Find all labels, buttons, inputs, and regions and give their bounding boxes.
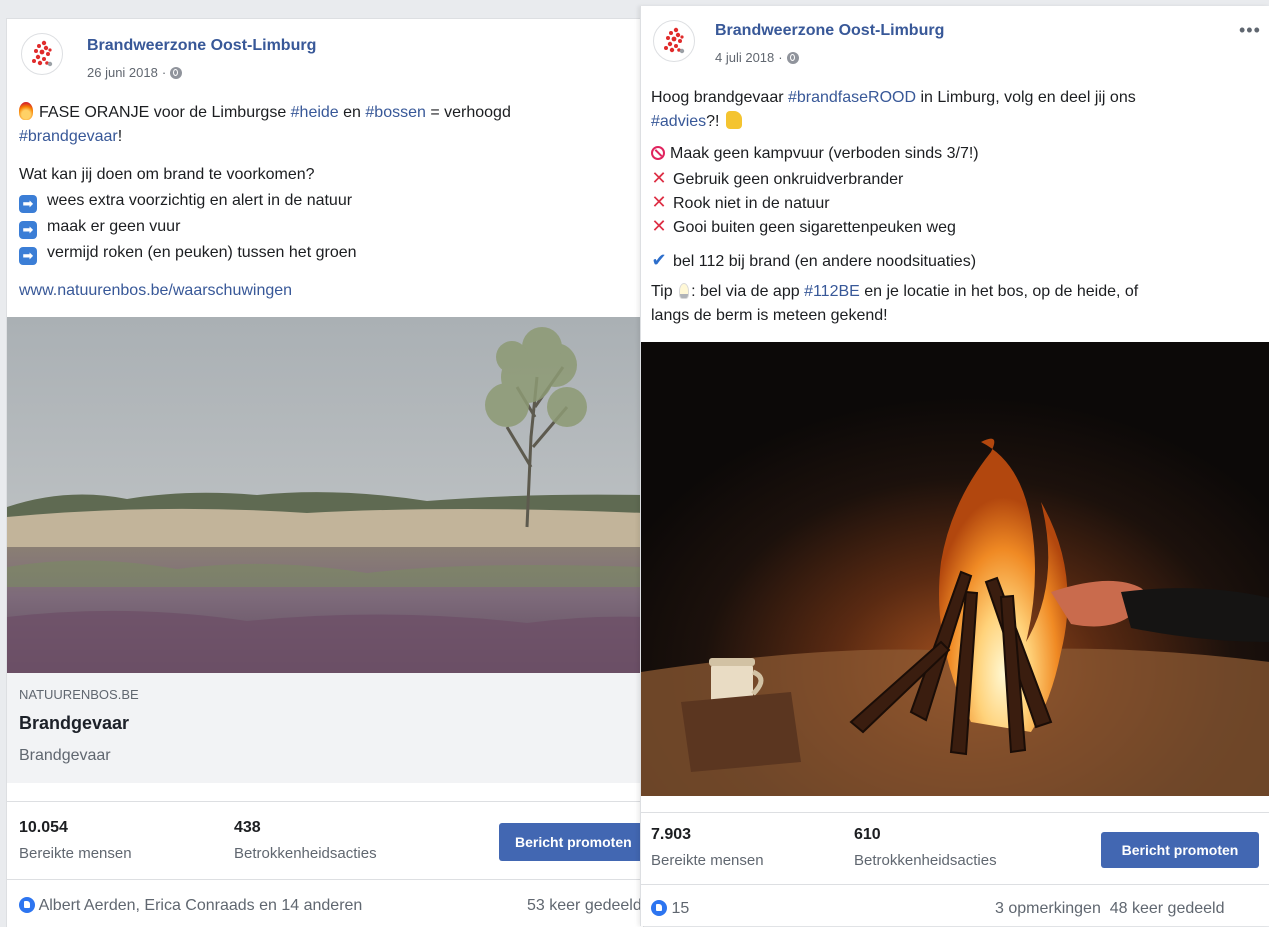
hashtag-112be[interactable]: #112BE xyxy=(804,283,860,300)
prohibited-icon xyxy=(651,146,665,160)
fire-icon xyxy=(19,102,33,120)
link-domain: NATUURENBOS.BE xyxy=(19,687,139,702)
post-card-left: Brandweerzone Oost-Limburg 26 juni 2018 … xyxy=(6,18,644,927)
post-text-line-2: #brandgevaar! xyxy=(19,128,123,145)
globe-icon xyxy=(786,51,799,64)
tip-line-1: Tip : bel via de app #112BE en je locati… xyxy=(651,283,1139,300)
engagement-value: 438 xyxy=(234,819,261,836)
cross-mark-icon: ✕ xyxy=(651,168,667,188)
more-options-icon[interactable]: ••• xyxy=(1239,20,1261,41)
light-bulb-icon xyxy=(679,283,690,299)
hashtag-advies[interactable]: #advies xyxy=(651,113,706,130)
post-card-right: Brandweerzone Oost-Limburg 4 juli 2018 ·… xyxy=(640,6,1269,926)
promote-post-button[interactable]: Bericht promoten xyxy=(1101,832,1259,868)
meta-separator: · xyxy=(778,50,783,65)
comments-shares-count[interactable]: 3 opmerkingen 48 keer gedeeld xyxy=(995,900,1225,918)
rule-item: ✕ Rook niet in de natuur xyxy=(651,192,830,212)
page-name[interactable]: Brandweerzone Oost-Limburg xyxy=(715,22,944,40)
engagement-value: 610 xyxy=(854,826,881,843)
like-reaction-icon xyxy=(651,900,667,916)
link-title[interactable]: Brandgevaar xyxy=(19,713,129,734)
page-avatar-logo[interactable] xyxy=(653,20,695,62)
rule-item: ✕ Gooi buiten geen sigarettenpeuken weg xyxy=(651,216,956,236)
heathland-photo[interactable] xyxy=(7,317,643,673)
hashtag-heide[interactable]: #heide xyxy=(291,104,339,121)
arrow-right-icon: ➡ xyxy=(19,221,37,239)
divider xyxy=(7,801,643,802)
hashtag-brandfaserood[interactable]: #brandfaseROOD xyxy=(788,89,916,106)
post-text-line-1: Hoog brandgevaar #brandfaseROOD in Limbu… xyxy=(651,89,1136,106)
link-description: Brandgevaar xyxy=(19,747,111,764)
tip-line-2: langs de berm is meteen gekend! xyxy=(651,307,888,324)
rule-item: ✕ Gebruik geen onkruidverbrander xyxy=(651,168,904,188)
like-reaction-icon xyxy=(19,897,35,913)
divider xyxy=(641,812,1269,813)
page-name[interactable]: Brandweerzone Oost-Limburg xyxy=(87,37,316,55)
cross-mark-icon: ✕ xyxy=(651,216,667,236)
hashtag-brandgevaar[interactable]: #brandgevaar xyxy=(19,128,118,145)
link-preview[interactable]: NATUURENBOS.BE Brandgevaar Brandgevaar xyxy=(7,673,643,783)
hashtag-bossen[interactable]: #bossen xyxy=(365,104,426,121)
arrow-right-icon: ➡ xyxy=(19,247,37,265)
campfire-photo[interactable] xyxy=(641,342,1269,796)
rule-item: Maak geen kampvuur (verboden sinds 3/7!) xyxy=(651,142,979,166)
post-timestamp[interactable]: 26 juni 2018 · xyxy=(87,65,183,80)
reach-label: Bereikte mensen xyxy=(651,852,764,869)
reach-value: 10.054 xyxy=(19,819,68,836)
reach-value: 7.903 xyxy=(651,826,692,843)
thumbs-up-icon xyxy=(725,111,742,129)
engagement-label: Betrokkenheidsacties xyxy=(854,852,997,869)
tip-item: ➡ wees extra voorzichtig en alert in de n… xyxy=(19,189,352,213)
promote-post-button[interactable]: Bericht promoten xyxy=(499,823,643,861)
meta-separator: · xyxy=(161,65,167,80)
reactions-summary[interactable]: Albert Aerden, Erica Conraads en 14 ande… xyxy=(19,897,362,915)
post-link[interactable]: www.natuurenbos.be/waarschuwingen xyxy=(19,279,292,303)
reach-label: Bereikte mensen xyxy=(19,845,132,862)
engagement-label: Betrokkenheidsacties xyxy=(234,845,377,862)
post-date[interactable]: 4 juli 2018 xyxy=(715,50,774,65)
divider xyxy=(7,879,643,880)
post-question: Wat kan jij doen om brand te voorkomen? xyxy=(19,166,315,183)
divider xyxy=(641,884,1269,885)
cross-mark-icon: ✕ xyxy=(651,192,667,212)
shares-count[interactable]: 53 keer gedeeld xyxy=(527,897,642,915)
check-mark-icon: ✔ xyxy=(651,250,667,270)
arrow-right-icon: ➡ xyxy=(19,195,37,213)
page-avatar-logo[interactable] xyxy=(21,33,63,75)
globe-icon xyxy=(170,66,183,79)
post-date[interactable]: 26 juni 2018 xyxy=(87,65,158,80)
post-text-line-1: FASE ORANJE voor de Limburgse #heide en … xyxy=(19,101,511,125)
tip-item: ➡ maak er geen vuur xyxy=(19,215,180,239)
post-timestamp[interactable]: 4 juli 2018 · xyxy=(715,50,799,65)
emergency-call-line: ✔ bel 112 bij brand (en andere noodsituat… xyxy=(651,250,977,270)
post-text-line-2: #advies?! xyxy=(651,110,742,134)
tip-item: ➡ vermijd roken (en peuken) tussen het gr… xyxy=(19,241,357,265)
reactions-summary[interactable]: 15 xyxy=(651,900,689,918)
